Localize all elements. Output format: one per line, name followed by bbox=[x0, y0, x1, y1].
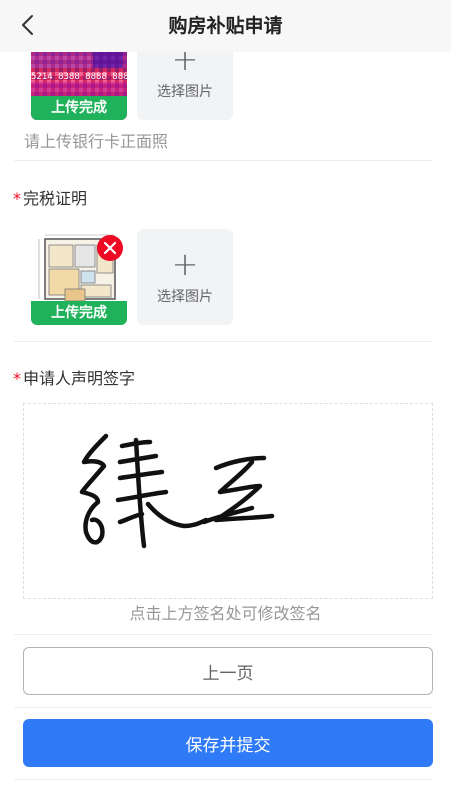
signature-label-text: 申请人声明签字 bbox=[23, 369, 136, 388]
signature-label: * 申请人声明签字 bbox=[13, 365, 135, 389]
card-number-text: 5214 8388 8888 8888 bbox=[31, 72, 127, 82]
select-image-label: 选择图片 bbox=[157, 289, 213, 305]
handwritten-signature bbox=[79, 433, 275, 549]
required-mark: * bbox=[13, 369, 21, 388]
bank-card-hint: 请上传银行卡正面照 bbox=[24, 132, 169, 151]
upload-status-badge: 上传完成 bbox=[31, 301, 127, 325]
required-mark: * bbox=[13, 189, 21, 208]
save-submit-button[interactable]: 保存并提交 bbox=[23, 719, 433, 767]
tax-certificate-thumbnail[interactable]: 上传完成 bbox=[31, 229, 127, 325]
close-icon bbox=[103, 241, 117, 255]
delete-image-button[interactable] bbox=[97, 235, 123, 261]
divider bbox=[14, 634, 432, 635]
divider bbox=[14, 707, 432, 708]
nav-bar: 购房补贴申请 bbox=[0, 0, 451, 52]
divider bbox=[14, 160, 432, 161]
plus-icon: + bbox=[171, 245, 199, 283]
select-image-button[interactable]: + 选择图片 bbox=[137, 229, 233, 325]
divider bbox=[14, 779, 432, 780]
signature-hint: 点击上方签名处可修改签名 bbox=[129, 604, 322, 623]
signature-pad[interactable] bbox=[23, 403, 433, 599]
select-image-label: 选择图片 bbox=[157, 84, 213, 100]
divider bbox=[14, 341, 432, 342]
tax-certificate-text: 完税证明 bbox=[23, 189, 88, 208]
upload-status-badge: 上传完成 bbox=[31, 96, 127, 120]
tax-certificate-label: * 完税证明 bbox=[13, 185, 87, 209]
page-title: 购房补贴申请 bbox=[168, 15, 283, 37]
previous-page-button[interactable]: 上一页 bbox=[23, 647, 433, 695]
